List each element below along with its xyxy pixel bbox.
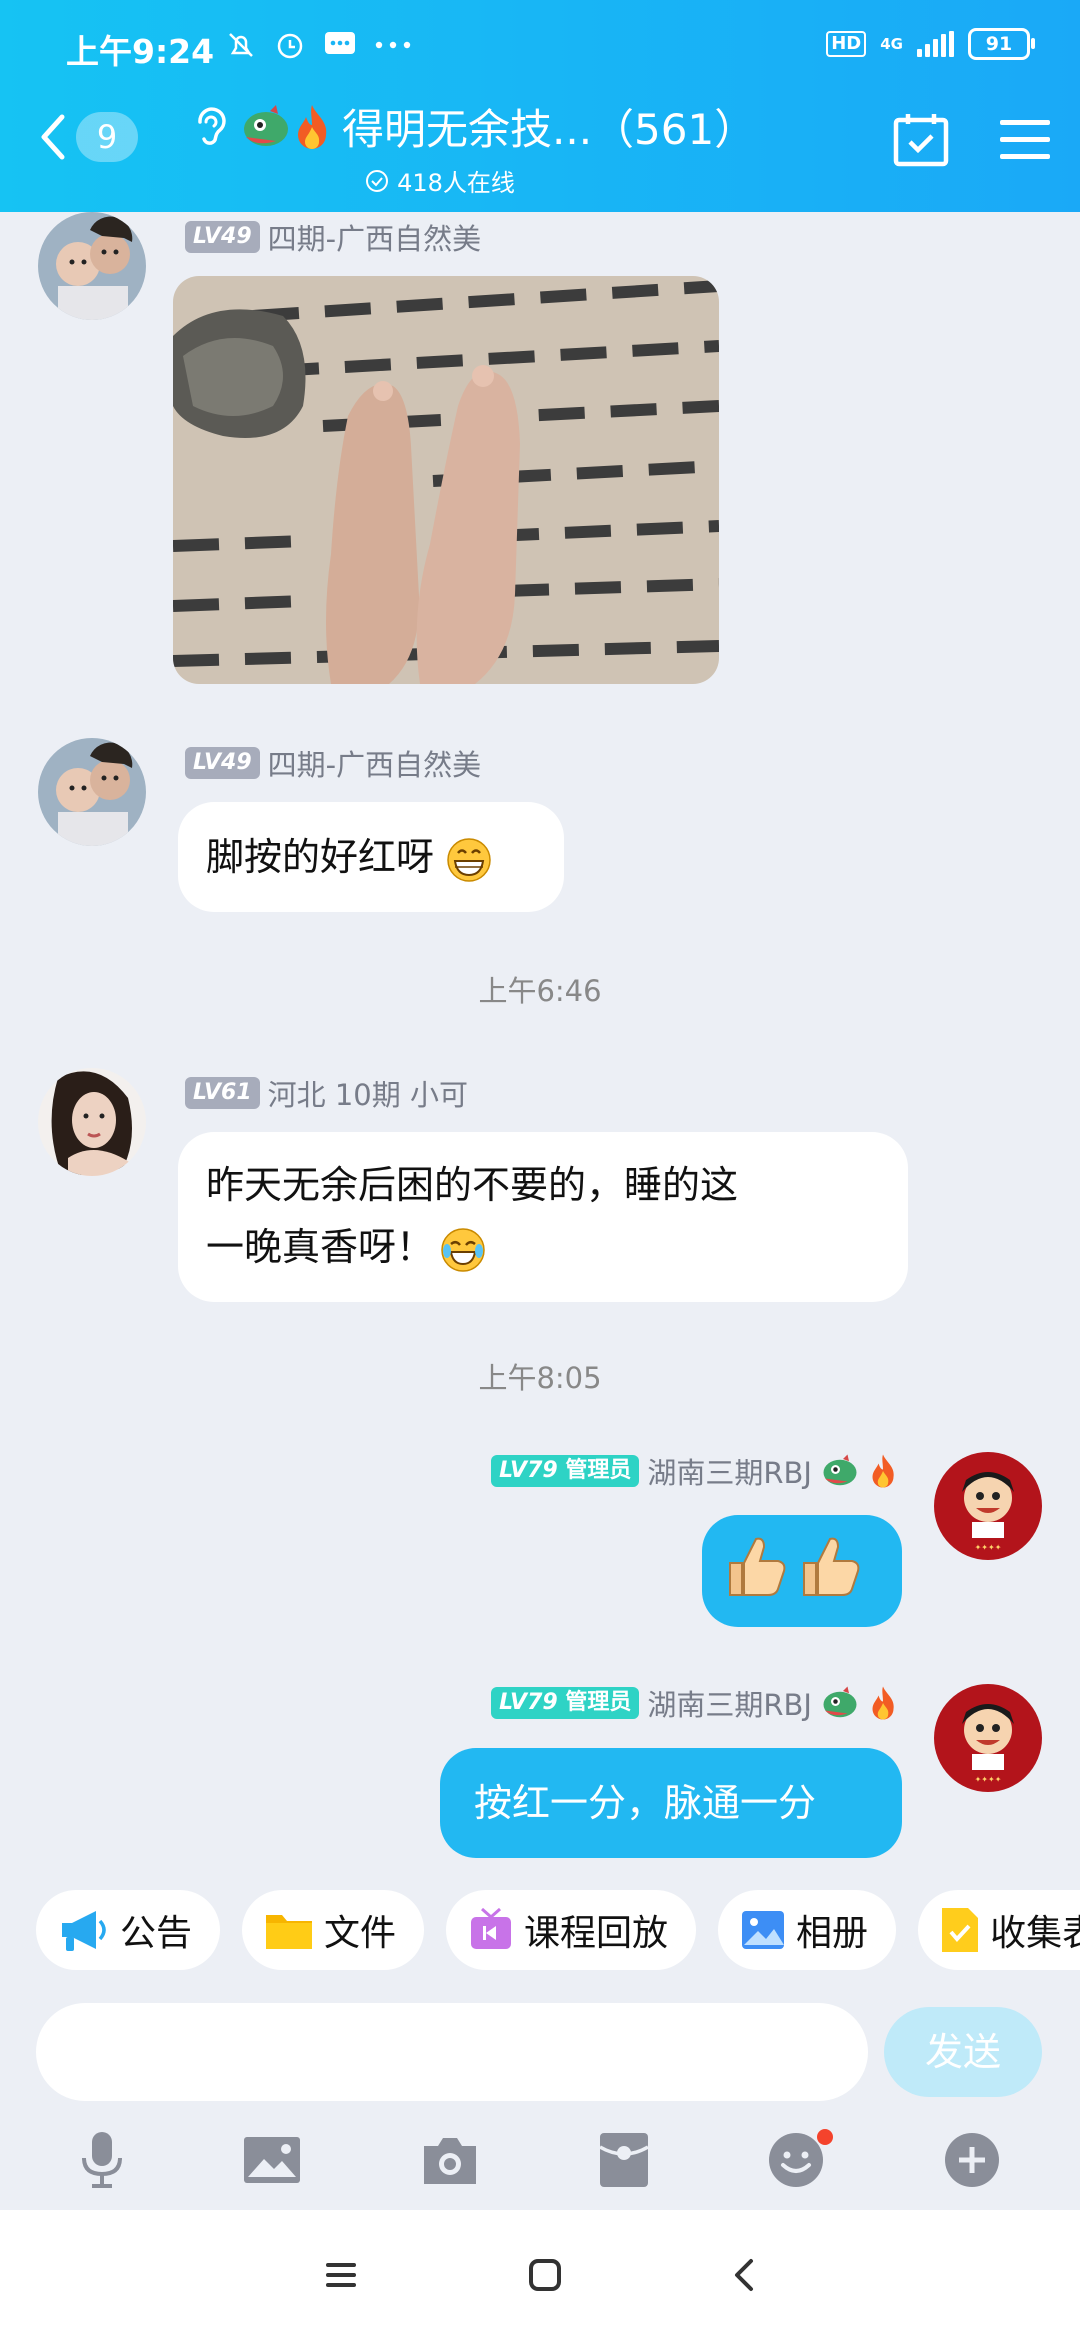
- message-icon: [325, 32, 355, 54]
- network-type: 4G: [880, 35, 903, 53]
- grin-emoji-icon: [447, 837, 491, 882]
- my-message-bubble[interactable]: [702, 1515, 902, 1627]
- sender-name[interactable]: 四期-广西自然美: [268, 742, 481, 784]
- alarm-icon: [277, 33, 303, 59]
- sender-name[interactable]: 河北 10期 小可: [268, 1072, 468, 1114]
- image-message[interactable]: [173, 276, 719, 684]
- online-count: 418人在线: [397, 169, 515, 197]
- sender-meta: LV79 管理员 湖南三期RBJ: [491, 1450, 898, 1492]
- menu-nav-icon[interactable]: [324, 2260, 358, 2290]
- svg-text:✦✦✦✦: ✦✦✦✦: [975, 1775, 1002, 1784]
- level-badge: LV49: [185, 221, 260, 253]
- hd-badge: HD: [826, 31, 867, 57]
- online-status: 418人在线: [90, 163, 790, 198]
- chevron-left-icon: [41, 114, 65, 160]
- avatar[interactable]: [38, 212, 146, 320]
- avatar[interactable]: [38, 738, 146, 846]
- message-text-line: 昨天无余后困的不要的，睡的这: [206, 1163, 739, 1207]
- megaphone-icon: [62, 1911, 106, 1951]
- camera-icon[interactable]: [420, 2134, 480, 2186]
- signal-icon: [917, 31, 954, 57]
- check-circle-icon: [366, 169, 389, 192]
- back-button[interactable]: 9: [38, 112, 138, 162]
- timestamp: 上午8:05: [478, 1361, 602, 1395]
- svg-text:✦✦✦✦: ✦✦✦✦: [975, 1543, 1002, 1552]
- my-message-bubble[interactable]: 按红一分，脉通一分: [440, 1748, 902, 1858]
- thumbs-up-emoji-icon: [729, 1537, 786, 1596]
- admin-badge: LV79 管理员: [491, 1687, 640, 1719]
- form-check-icon: [942, 1908, 979, 1952]
- unread-badge: 9: [76, 112, 138, 162]
- timestamp: 上午6:46: [478, 974, 602, 1008]
- notification-dot: [817, 2129, 834, 2145]
- menu-icon[interactable]: [1000, 118, 1050, 162]
- home-nav-icon[interactable]: [528, 2258, 562, 2292]
- more-dots-icon: [375, 41, 411, 49]
- input-toolbar: [0, 2120, 1080, 2200]
- level-badge: LV61: [185, 1077, 260, 1109]
- system-nav-bar: [0, 2210, 1080, 2340]
- sender-name[interactable]: 四期-广西自然美: [268, 216, 481, 258]
- avatar[interactable]: [38, 1068, 146, 1176]
- sender-meta: LV79 管理员 湖南三期RBJ: [491, 1682, 898, 1724]
- fire-icon: [298, 104, 327, 149]
- header-actions: [892, 112, 1050, 168]
- admin-badge: LV79 管理员: [491, 1455, 640, 1487]
- quick-action-album[interactable]: 相册: [718, 1890, 897, 1970]
- quick-action-announcement[interactable]: 公告: [36, 1890, 221, 1970]
- message-text: 脚按的好红呀: [206, 835, 435, 879]
- my-avatar[interactable]: ✦✦✦✦: [934, 1452, 1042, 1560]
- dragon-icon: [823, 1686, 857, 1718]
- message-composer: 发送: [36, 2003, 1044, 2101]
- status-icons: [225, 28, 413, 62]
- video-replay-icon: [471, 1907, 512, 1949]
- chat-messages[interactable]: LV49 四期-广西自然美 LV49 四期-广西自然美 脚按的好红呀 上午6:4…: [0, 212, 1080, 1872]
- sender-meta: LV61 河北 10期 小可: [185, 1072, 468, 1114]
- message-input[interactable]: [36, 2003, 868, 2101]
- my-avatar[interactable]: ✦✦✦✦: [934, 1684, 1042, 1792]
- sender-meta: LV49 四期-广西自然美: [185, 216, 481, 258]
- message-bubble[interactable]: 脚按的好红呀: [178, 802, 564, 912]
- folder-icon: [266, 1915, 313, 1949]
- fire-icon: [872, 1454, 894, 1488]
- sender-name[interactable]: 湖南三期RBJ: [647, 1450, 812, 1492]
- sender-meta: LV49 四期-广西自然美: [185, 742, 481, 784]
- battery-icon: 91: [968, 28, 1035, 60]
- send-button[interactable]: 发送: [884, 2007, 1042, 2097]
- quick-actions-bar[interactable]: 公告 文件 课程回放 相册 收集表: [36, 1890, 1080, 1970]
- quick-action-course-replay[interactable]: 课程回放: [446, 1890, 697, 1970]
- red-packet-icon[interactable]: [598, 2131, 650, 2189]
- laugh-tears-emoji-icon: [441, 1227, 485, 1272]
- status-bar: 上午9:24 HD 4G 91: [0, 0, 1080, 95]
- group-title: 得明无余技...（561）: [342, 105, 757, 154]
- ear-icon: [198, 106, 226, 145]
- microphone-icon[interactable]: [79, 2130, 125, 2190]
- status-time: 上午9:24: [66, 32, 215, 71]
- sender-name[interactable]: 湖南三期RBJ: [647, 1682, 812, 1724]
- message-text: 按红一分，脉通一分: [474, 1781, 817, 1825]
- message-bubble[interactable]: 昨天无余后困的不要的，睡的这 一晚真香呀！: [178, 1132, 908, 1302]
- image-icon[interactable]: [242, 2135, 302, 2185]
- mute-bell-icon: [229, 33, 253, 57]
- calendar-check-icon[interactable]: [892, 112, 950, 168]
- dragon-icon: [823, 1454, 857, 1486]
- message-text-line-2: 一晚真香呀！: [206, 1216, 880, 1278]
- plus-icon[interactable]: [943, 2131, 1001, 2189]
- back-nav-icon[interactable]: [732, 2258, 756, 2292]
- chat-header: 上午9:24 HD 4G 91 9 得明无余技...（561） 418人在线: [0, 0, 1080, 212]
- dragon-icon: [244, 104, 288, 146]
- quick-action-files[interactable]: 文件: [242, 1890, 425, 1970]
- album-icon: [742, 1911, 785, 1949]
- emoji-button[interactable]: [767, 2129, 834, 2189]
- level-badge: LV49: [185, 747, 260, 779]
- quick-action-collection-form[interactable]: 收集表: [918, 1890, 1080, 1970]
- status-right: HD 4G 91: [826, 28, 1035, 60]
- thumbs-up-emoji-icon: [803, 1537, 860, 1596]
- title-area[interactable]: 得明无余技...（561） 418人在线: [190, 96, 790, 198]
- fire-icon: [872, 1686, 894, 1720]
